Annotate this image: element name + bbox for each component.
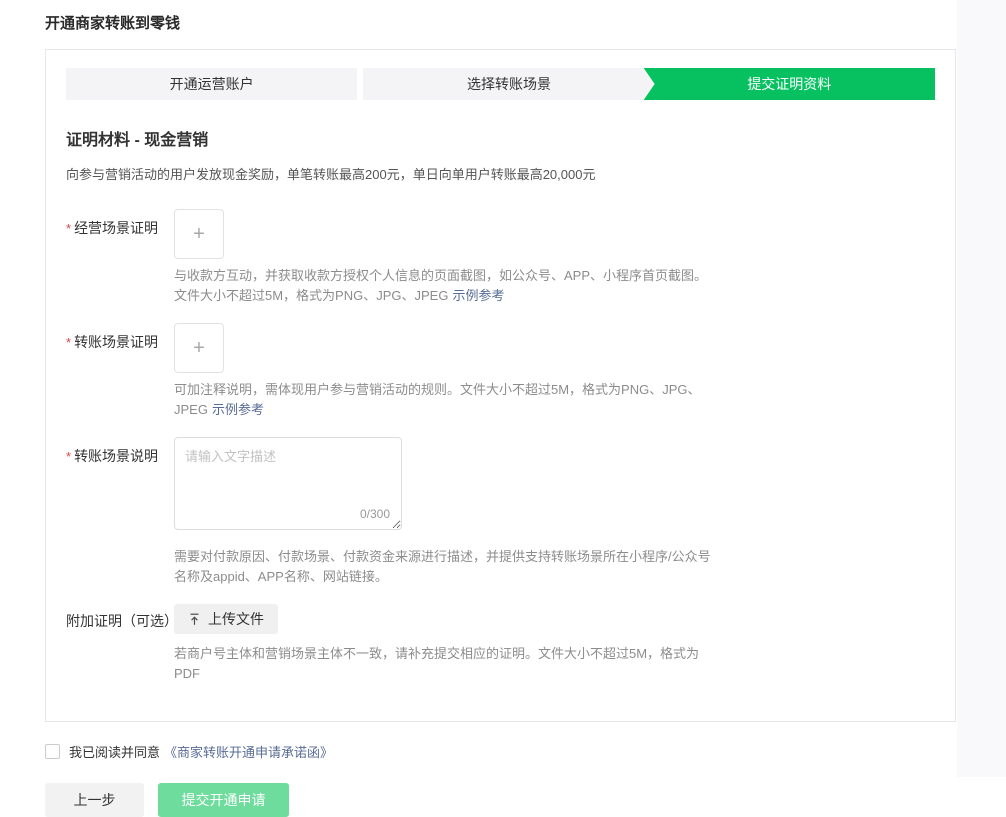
example-reference-link[interactable]: 示例参考 [212, 402, 264, 417]
example-reference-link[interactable]: 示例参考 [452, 288, 504, 303]
previous-step-button[interactable]: 上一步 [45, 783, 144, 817]
upload-file-button[interactable]: 上传文件 [174, 604, 278, 634]
form-card: 开通运营账户 选择转账场景 提交证明资料 证明材料 - 现金营销 向参与营销活动… [45, 49, 956, 722]
field-label: *经营场景证明 [66, 209, 174, 306]
required-asterisk: * [66, 335, 71, 350]
plus-icon: + [193, 338, 205, 358]
required-asterisk: * [66, 221, 71, 236]
field-label-text: 附加证明（可选） [66, 613, 178, 629]
transfer-scene-description-input[interactable] [174, 437, 402, 530]
upload-box-business-scene[interactable]: + [174, 209, 224, 259]
field-label: *转账场景说明 [66, 437, 174, 587]
field-helper-text: 若商户号主体和营销场景主体不一致，请补充提交相应的证明。文件大小不超过5M，格式… [174, 644, 719, 684]
field-label: 附加证明（可选） [66, 604, 174, 684]
section-description: 向参与营销活动的用户发放现金奖励，单笔转账最高200元，单日向单用户转账最高20… [66, 164, 935, 183]
step-open-operating-account[interactable]: 开通运营账户 [66, 68, 357, 100]
required-asterisk: * [66, 449, 71, 464]
field-row-additional-proof: 附加证明（可选） 上传文件 若商户号主体和营销场景主体不一致，请补充提交相应的证… [66, 604, 935, 684]
field-row-business-scene-proof: *经营场景证明 + 与收款方互动，并获取收款方授权个人信息的页面截图，如公众号、… [66, 209, 935, 306]
page-title: 开通商家转账到零钱 [45, 12, 1006, 33]
plus-icon: + [193, 224, 205, 244]
field-row-transfer-scene-proof: *转账场景证明 + 可加注释说明，需体现用户参与营销活动的规则。文件大小不超过5… [66, 323, 935, 420]
merchant-transfer-setup-page: 开通商家转账到零钱 开通运营账户 选择转账场景 提交证明资料 证明材料 - 现金… [0, 0, 1006, 817]
agreement-row: 我已阅读并同意 《商家转账开通申请承诺函》 [45, 742, 1006, 761]
action-buttons: 上一步 提交开通申请 [45, 783, 1006, 817]
agreement-checkbox[interactable] [45, 744, 60, 759]
field-label-text: 转账场景说明 [74, 448, 158, 464]
wizard-stepper: 开通运营账户 选择转账场景 提交证明资料 [66, 68, 935, 100]
upload-box-transfer-scene[interactable]: + [174, 323, 224, 373]
field-label-text: 经营场景证明 [74, 220, 158, 236]
upload-icon [188, 613, 201, 626]
section-title: 证明材料 - 现金营销 [66, 126, 935, 150]
field-helper-text: 可加注释说明，需体现用户参与营销活动的规则。文件大小不超过5M，格式为PNG、J… [174, 380, 719, 420]
submit-application-button[interactable]: 提交开通申请 [158, 783, 289, 817]
field-label-text: 转账场景证明 [74, 334, 158, 350]
commitment-letter-link[interactable]: 《商家转账开通申请承诺函》 [164, 742, 333, 761]
field-row-transfer-scene-description: *转账场景说明 0/300 需要对付款原因、付款场景、付款资金来源进行描述，并提… [66, 437, 935, 587]
agreement-text: 我已阅读并同意 [69, 742, 160, 761]
field-helper-text: 与收款方互动，并获取收款方授权个人信息的页面截图，如公众号、APP、小程序首页截… [174, 266, 719, 306]
upload-button-label: 上传文件 [208, 609, 264, 629]
step-choose-transfer-scene[interactable]: 选择转账场景 [363, 68, 654, 100]
field-helper-text: 需要对付款原因、付款场景、付款资金来源进行描述，并提供支持转账场景所在小程序/公… [174, 547, 719, 587]
field-label: *转账场景证明 [66, 323, 174, 420]
step-submit-proof-active[interactable]: 提交证明资料 [644, 68, 935, 100]
